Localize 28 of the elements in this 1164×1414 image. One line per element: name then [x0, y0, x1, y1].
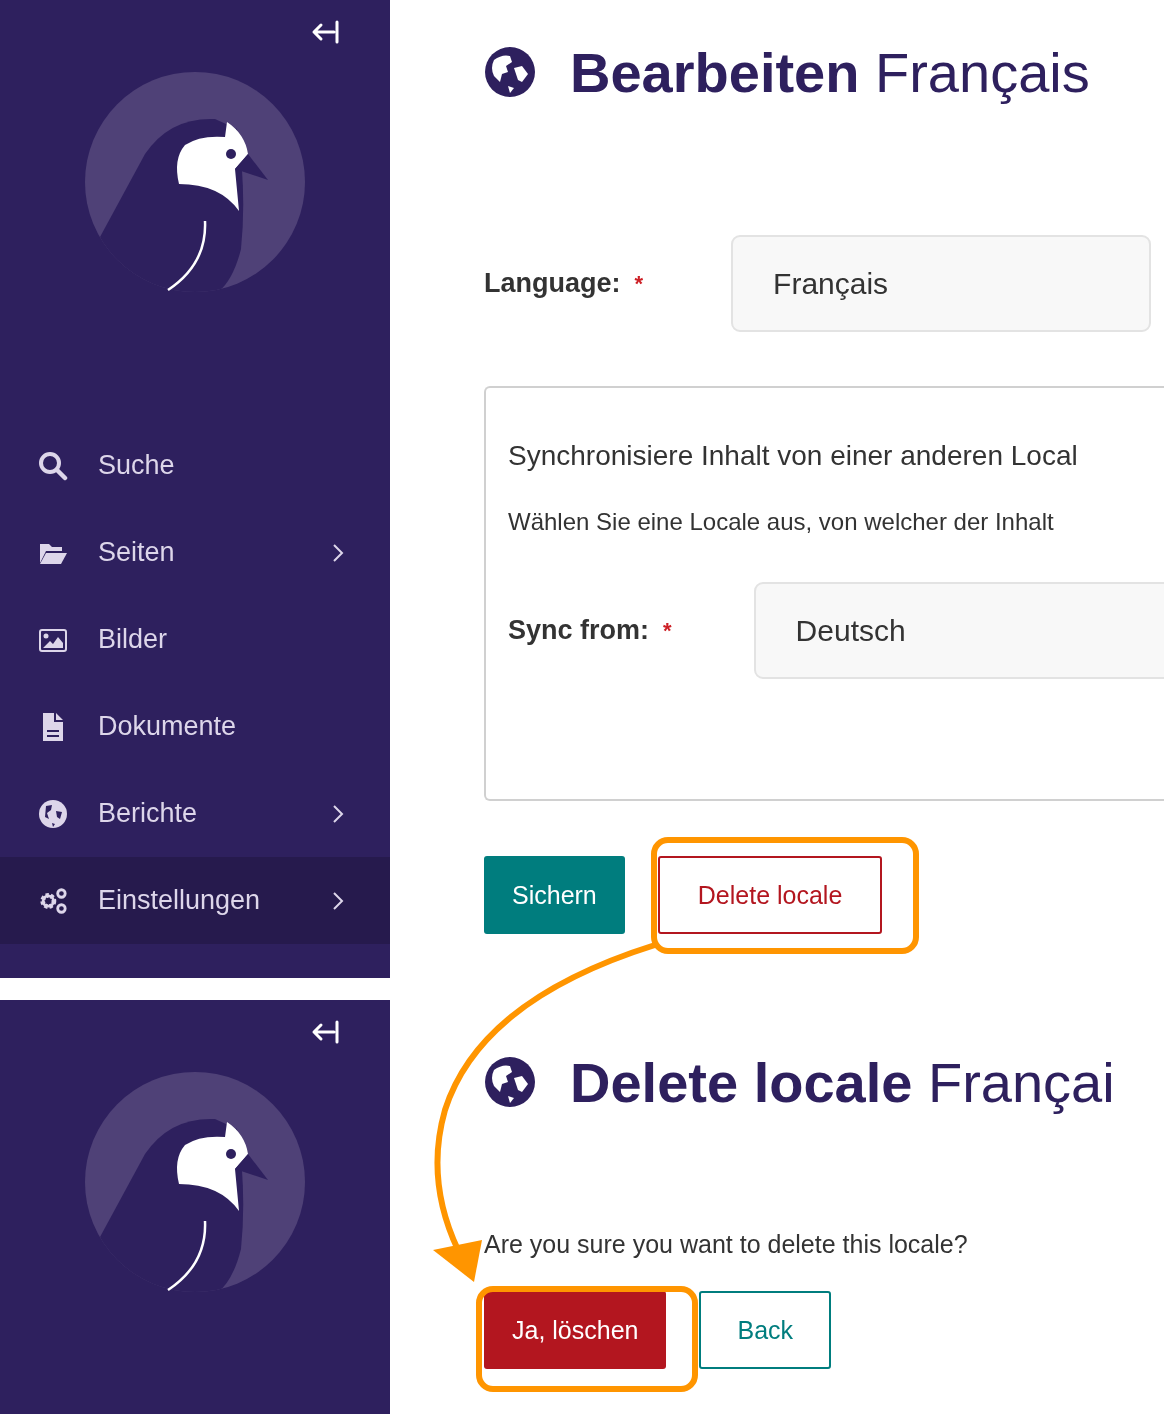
gears-icon [38, 885, 68, 916]
search-icon [38, 450, 68, 481]
language-select[interactable]: Français [731, 235, 1152, 332]
field-label: Language: [484, 268, 621, 299]
required-mark: * [634, 270, 644, 297]
sync-from-select[interactable]: Deutsch [753, 582, 1164, 679]
globe-icon [38, 798, 68, 829]
sync-title: Synchronisiere Inhalt von einer anderen Local [508, 440, 1079, 472]
field-label: Sync from: [508, 615, 650, 646]
sidebar-item[interactable]: Einstellungen [0, 857, 390, 944]
sidebar-item[interactable]: Dokumente [0, 683, 390, 770]
sidebar-item[interactable]: Bilder [0, 596, 390, 683]
back-button[interactable]: Back [699, 1291, 832, 1369]
confirm-delete-button[interactable]: Ja, löschen [484, 1291, 667, 1369]
required-mark: * [663, 617, 672, 644]
page-heading: Delete locale Françai [570, 1049, 1115, 1115]
collapse-sidebar-icon[interactable] [310, 1020, 340, 1044]
globe-icon [484, 1056, 536, 1108]
sidebar-item[interactable]: Suche [0, 422, 390, 509]
delete-button[interactable]: Delete locale [657, 856, 883, 934]
save-button[interactable]: Sichern [484, 856, 625, 934]
sidebar-item[interactable]: Berichte [0, 770, 390, 857]
sidebar-item[interactable]: Seiten [0, 509, 390, 596]
sync-help-text: Wählen Sie eine Locale aus, von welcher der Inhalt [508, 508, 1055, 536]
collapse-sidebar-icon[interactable] [310, 20, 340, 44]
globe-icon [484, 46, 536, 98]
confirmation-question: Are you sure you want to delete this locale? [484, 1230, 969, 1259]
page-heading: Bearbeiten Français [570, 39, 1090, 105]
